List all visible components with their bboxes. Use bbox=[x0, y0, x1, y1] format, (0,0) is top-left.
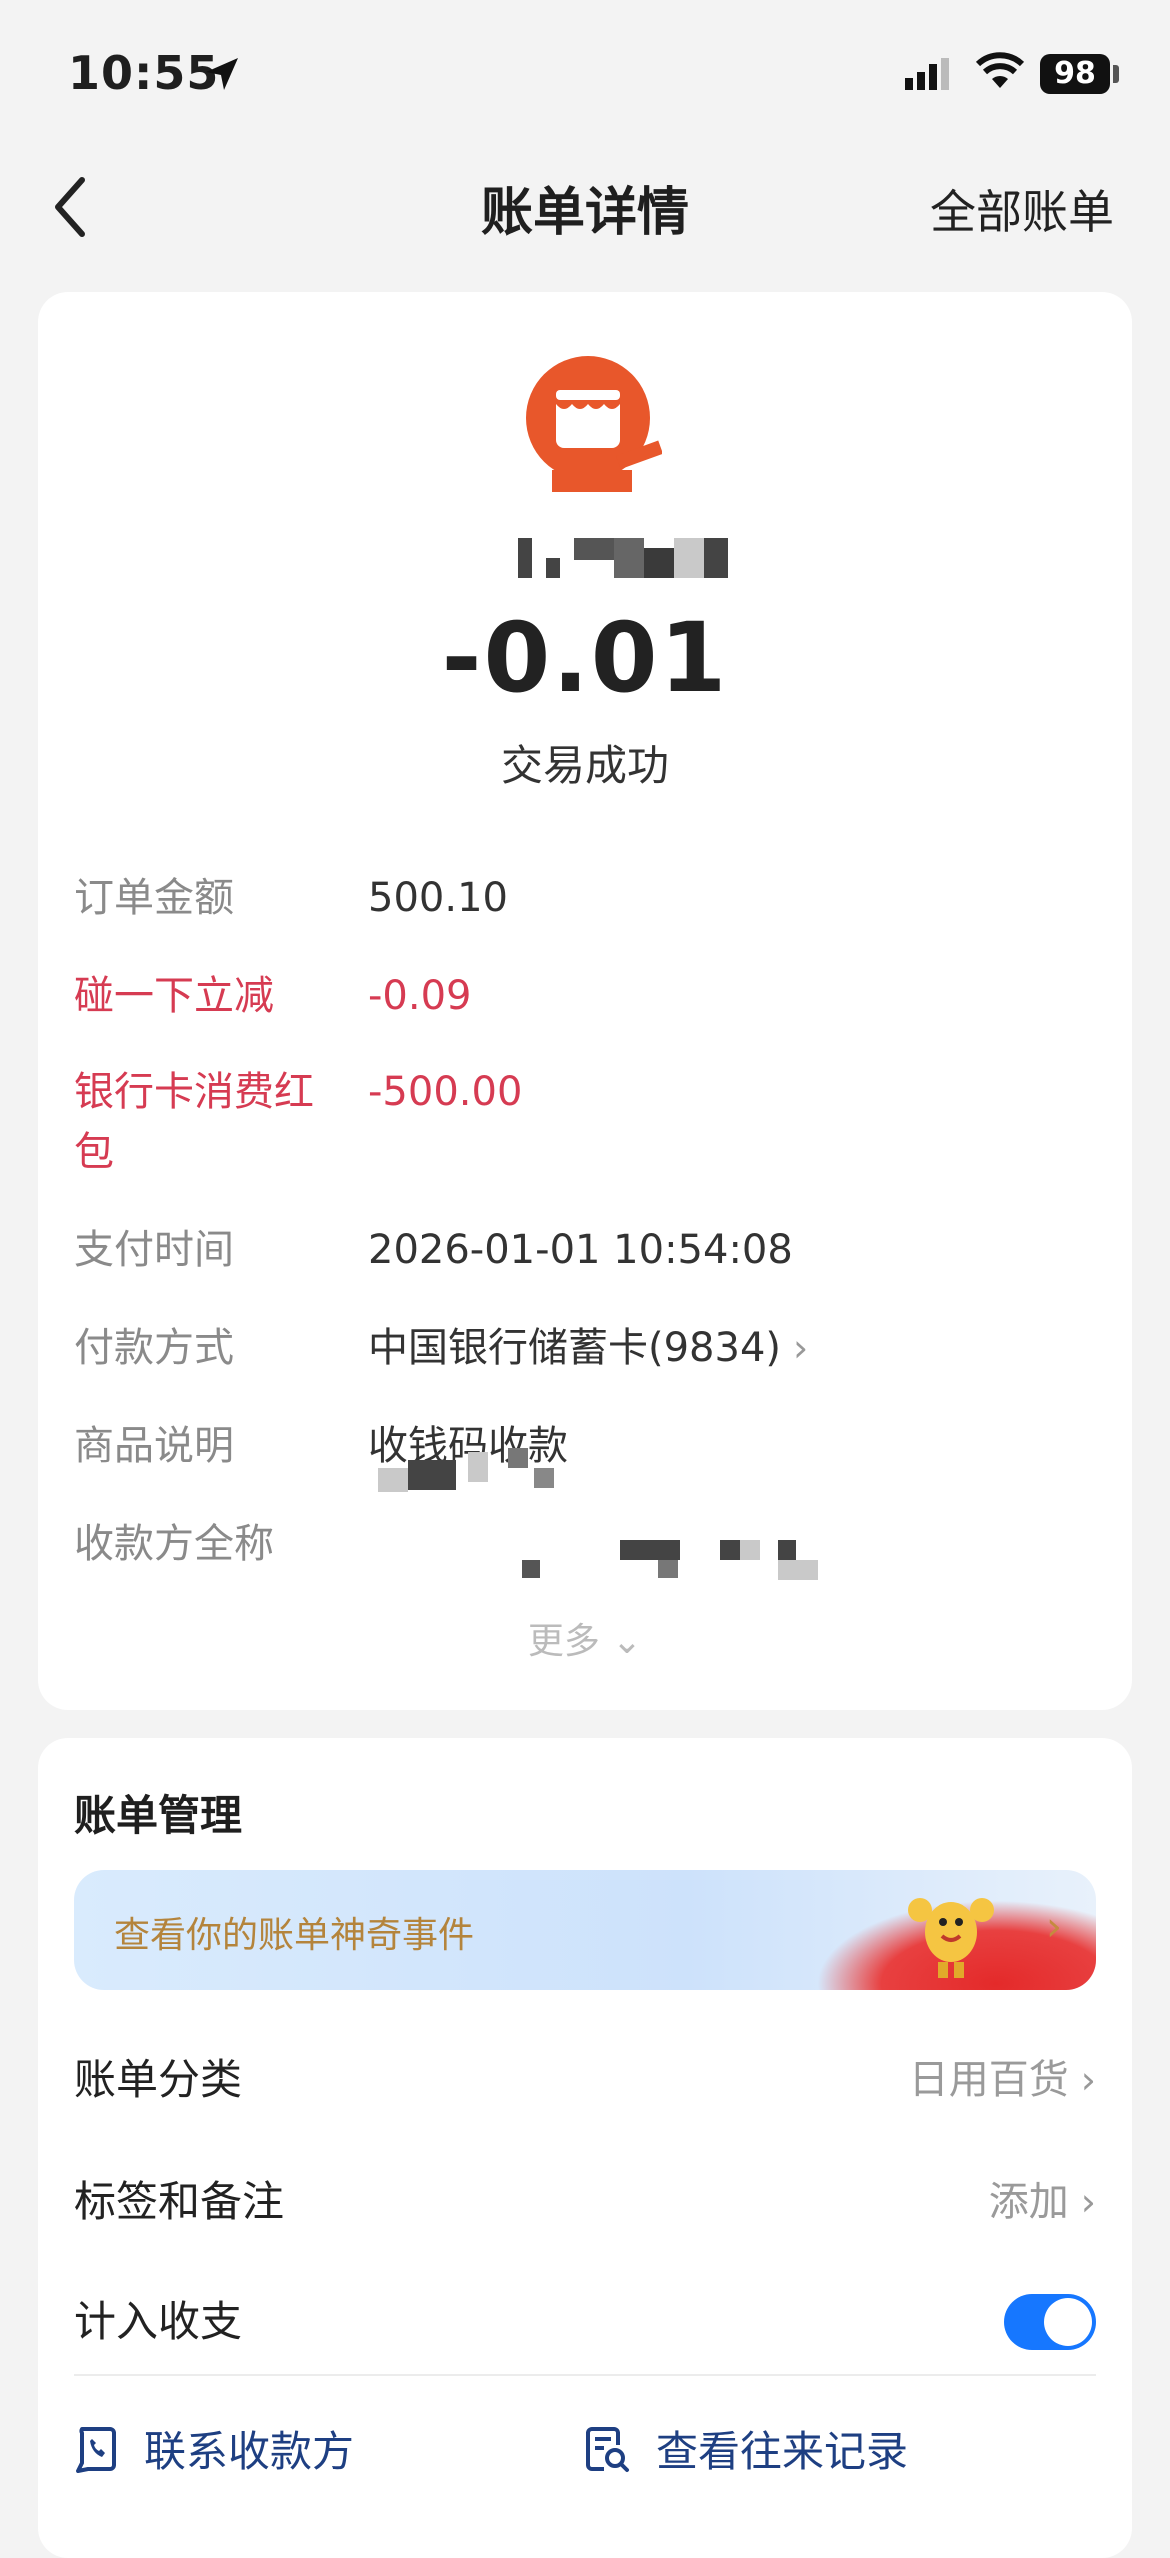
tags-notes-label: 标签和备注 bbox=[74, 2177, 285, 2226]
chevron-right-icon: › bbox=[1080, 2180, 1096, 2224]
tags-notes-value[interactable]: 添加 › bbox=[989, 2172, 1096, 2232]
status-time: 10:55 bbox=[68, 46, 220, 100]
contact-payee-button[interactable]: 联系收款方 bbox=[74, 2418, 354, 2479]
merchant-name-redacted bbox=[518, 538, 728, 578]
view-history-button[interactable]: 查看往来记录 bbox=[584, 2418, 908, 2479]
bill-category-text: 日用百货 bbox=[908, 2057, 1069, 2103]
chevron-right-icon: › bbox=[793, 1326, 809, 1370]
tap-discount-label: 碰一下立减 bbox=[74, 973, 274, 1019]
pay-time-value: 2026-01-01 10:54:08 bbox=[368, 1227, 793, 1273]
show-more-label: 更多 bbox=[527, 1621, 600, 1662]
chevron-right-icon: › bbox=[1046, 1904, 1062, 1950]
chevron-down-icon: ⌄ bbox=[611, 1621, 643, 1662]
section-title: 账单管理 bbox=[74, 1791, 243, 1840]
transaction-status: 交易成功 bbox=[500, 741, 669, 790]
order-amount-label: 订单金额 bbox=[74, 875, 234, 921]
bill-category-label: 账单分类 bbox=[74, 2055, 243, 2104]
contact-payee-label: 联系收款方 bbox=[144, 2427, 355, 2476]
card-redpacket-value: -500.00 bbox=[368, 1069, 523, 1115]
phone-chat-icon bbox=[76, 2426, 116, 2473]
tags-notes-text: 添加 bbox=[988, 2179, 1069, 2225]
bill-detail-card: -0.01 交易成功 订单金额 500.10 碰一下立减 -0.09 银行卡消费… bbox=[38, 292, 1132, 1710]
location-arrow-icon bbox=[206, 58, 238, 90]
bill-management-card: 账单管理 查看你的账单神奇事件 › 账单分类 日用百货 › 标签和备注 添加 › 计… bbox=[38, 1738, 1132, 2558]
divider bbox=[74, 2374, 1096, 2376]
status-bar: 10:55 98 bbox=[0, 0, 1170, 150]
pay-time-label: 支付时间 bbox=[74, 1227, 234, 1273]
include-income-label: 计入收支 bbox=[74, 2297, 243, 2346]
battery-tip bbox=[1113, 65, 1119, 83]
show-more-button[interactable]: 更多 ⌄ bbox=[38, 1612, 1132, 1664]
include-income-toggle[interactable] bbox=[1004, 2294, 1096, 2350]
chevron-right-icon: › bbox=[1080, 2058, 1096, 2102]
record-search-icon bbox=[586, 2426, 629, 2472]
tap-discount-value: -0.09 bbox=[368, 973, 472, 1019]
all-bills-link[interactable]: 全部账单 bbox=[930, 176, 1114, 242]
payment-method-value[interactable]: 中国银行储蓄卡(9834) › bbox=[368, 1318, 808, 1378]
bill-events-banner[interactable]: 查看你的账单神奇事件 › bbox=[74, 1870, 1096, 1990]
product-desc-label: 商品说明 bbox=[74, 1423, 234, 1469]
wifi-icon bbox=[975, 52, 1025, 88]
battery-indicator: 98 bbox=[1040, 54, 1110, 94]
banner-text: 查看你的账单神奇事件 bbox=[114, 1915, 475, 1956]
transaction-amount: -0.01 bbox=[441, 602, 729, 714]
order-amount-value: 500.10 bbox=[368, 875, 508, 921]
card-redpacket-label: 银行卡消费红包 bbox=[74, 1069, 314, 1175]
view-history-label: 查看往来记录 bbox=[656, 2427, 909, 2476]
signal-icon bbox=[905, 58, 949, 90]
payee-fullname-label: 收款方全称 bbox=[74, 1521, 274, 1567]
mascot-icon bbox=[908, 1898, 994, 1978]
bill-category-value[interactable]: 日用百货 › bbox=[909, 2050, 1096, 2110]
toggle-knob bbox=[1044, 2298, 1092, 2346]
payment-method-label: 付款方式 bbox=[74, 1325, 234, 1371]
payment-method-text: 中国银行储蓄卡(9834) bbox=[368, 1325, 782, 1371]
merchant-store-icon bbox=[526, 356, 662, 492]
